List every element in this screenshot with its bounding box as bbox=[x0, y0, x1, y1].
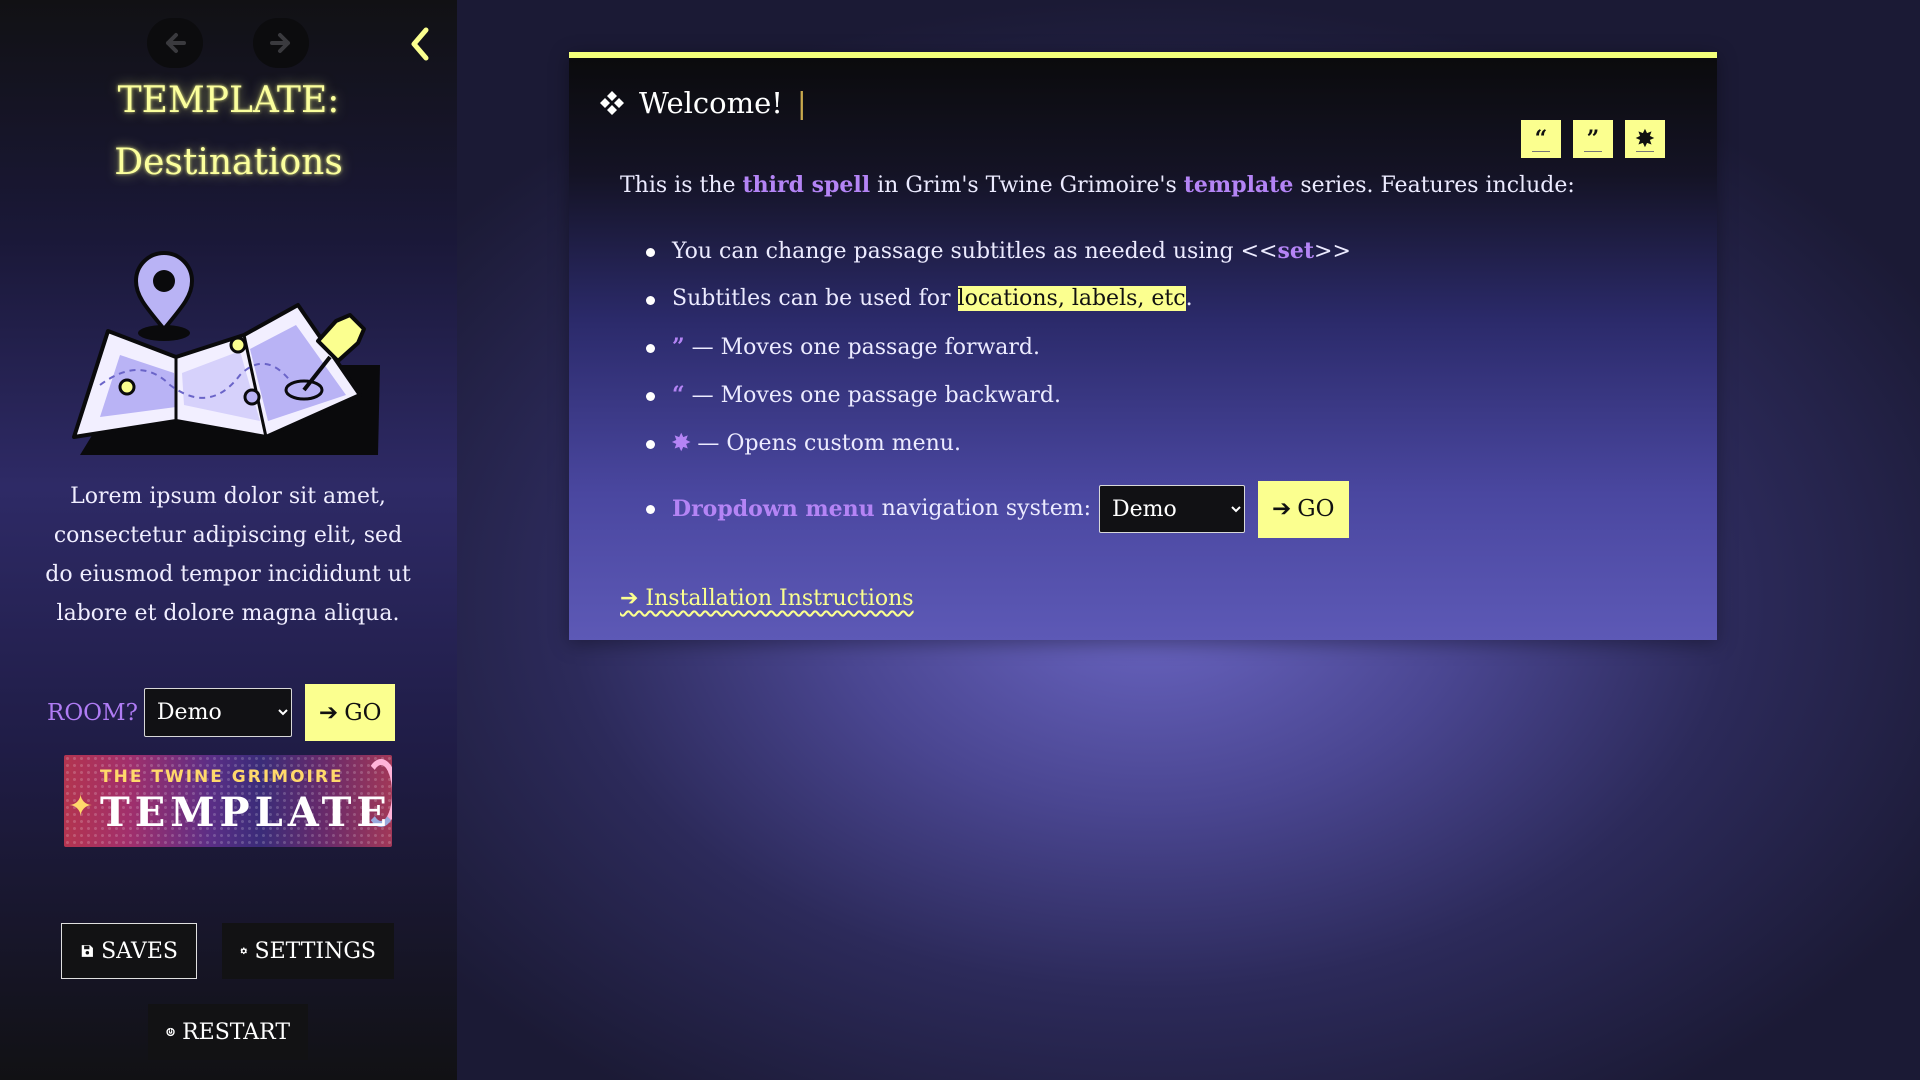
sparkle-icon: ✦ bbox=[68, 790, 94, 823]
intro-text-1: This is the bbox=[620, 173, 743, 198]
story-caption: Lorem ipsum dolor sit amet, consectetur … bbox=[45, 484, 411, 626]
gear-icon bbox=[240, 947, 248, 955]
list-item: ✸ — Opens custom menu. bbox=[620, 423, 1680, 471]
feature-2-text: Subtitles can be used for bbox=[672, 286, 958, 311]
story-title-line-2: Destinations bbox=[114, 142, 343, 183]
arrow-right-icon bbox=[270, 33, 290, 53]
power-icon bbox=[166, 1027, 175, 1037]
history-forward-button[interactable] bbox=[253, 18, 309, 68]
sidebar: TEMPLATE: Destinations Lorem ipsum dolor… bbox=[0, 0, 457, 1080]
story-title-line-1: TEMPLATE: bbox=[117, 80, 340, 121]
feature-6-highlight: Dropdown menu bbox=[672, 496, 875, 522]
arrow-left-icon bbox=[161, 29, 189, 57]
feature-4-text: — Moves one passage backward. bbox=[684, 383, 1061, 408]
history-back-button[interactable] bbox=[147, 18, 203, 68]
intro-highlight-2: template bbox=[1183, 172, 1294, 198]
forward-quote-icon: ” bbox=[672, 334, 685, 360]
installation-instructions-link[interactable]: ➔ Installation Instructions bbox=[620, 586, 914, 611]
feature-3-text: — Moves one passage forward. bbox=[684, 335, 1041, 360]
list-item: Dropdown menu navigation system: Demo ➔ … bbox=[620, 479, 1680, 539]
list-item: ” — Moves one passage forward. bbox=[620, 327, 1680, 375]
settings-button[interactable]: SETTINGS bbox=[222, 923, 394, 979]
passage-card: Welcome! | “ ” ✸ This is the third spell… bbox=[569, 52, 1717, 640]
intro-text-3: series. Features include: bbox=[1293, 173, 1575, 198]
custom-menu-button[interactable]: ✸ bbox=[1625, 120, 1665, 158]
list-item: “ — Moves one passage backward. bbox=[620, 375, 1680, 423]
feature-2-text-end: . bbox=[1185, 286, 1193, 311]
passage-body: This is the third spell in Grim's Twine … bbox=[620, 170, 1680, 539]
feature-6-text: navigation system: bbox=[874, 496, 1092, 521]
four-diamond-icon bbox=[600, 91, 624, 115]
intro-text-2: in Grim's Twine Grimoire's bbox=[870, 173, 1184, 198]
feature-1-text: You can change passage subtitles as need… bbox=[672, 239, 1278, 264]
list-item: Subtitles can be used for locations, lab… bbox=[620, 279, 1680, 327]
intro-highlight-1: third spell bbox=[742, 172, 871, 198]
intro-paragraph: This is the third spell in Grim's Twine … bbox=[620, 170, 1680, 201]
banner-subtitle: THE TWINE GRIMOIRE bbox=[100, 767, 344, 787]
saves-button[interactable]: SAVES bbox=[61, 923, 197, 979]
passage-title: Welcome! bbox=[639, 86, 783, 120]
arrow-right-icon: ➔ bbox=[1272, 496, 1292, 522]
feature-1-text-end: >> bbox=[1314, 239, 1351, 264]
passage-go-button[interactable]: ➔ GO bbox=[1258, 480, 1349, 538]
settings-label: SETTINGS bbox=[254, 938, 376, 964]
passage-forward-button[interactable]: ” bbox=[1573, 120, 1613, 158]
story-title: TEMPLATE: Destinations bbox=[0, 70, 457, 194]
room-select[interactable]: Demo bbox=[143, 688, 292, 737]
back-quote-icon: “ bbox=[672, 382, 685, 408]
passage-subtitle-cursor: | bbox=[796, 86, 807, 120]
grimoire-templates-banner[interactable]: ✦ THE TWINE GRIMOIRE TEMPLATES bbox=[64, 755, 392, 847]
restart-label: RESTART bbox=[182, 1019, 290, 1045]
feature-list: You can change passage subtitles as need… bbox=[620, 231, 1680, 539]
room-navigation: ROOM? Demo ➔ GO bbox=[47, 684, 396, 741]
room-label: ROOM? bbox=[47, 699, 138, 726]
room-go-button[interactable]: ➔ GO bbox=[304, 684, 396, 741]
passage-back-button[interactable]: “ bbox=[1521, 120, 1561, 158]
collapse-sidebar-icon[interactable] bbox=[402, 24, 436, 64]
saves-label: SAVES bbox=[101, 938, 178, 964]
feature-1-code: set bbox=[1277, 238, 1315, 264]
restart-button[interactable]: RESTART bbox=[148, 1004, 308, 1060]
passage-header: Welcome! | bbox=[599, 86, 807, 120]
floppy-disk-icon bbox=[81, 945, 93, 957]
passage-toolbar: “ ” ✸ bbox=[1521, 120, 1665, 158]
passage-go-label: GO bbox=[1297, 496, 1335, 522]
room-go-label: GO bbox=[344, 699, 382, 726]
menu-star-icon: ✸ bbox=[672, 430, 691, 456]
feature-2-highlight: locations, labels, etc bbox=[957, 286, 1186, 311]
banner-title: TEMPLATES bbox=[100, 789, 392, 836]
feature-5-text: — Opens custom menu. bbox=[690, 431, 961, 456]
list-item: You can change passage subtitles as need… bbox=[620, 231, 1680, 279]
arrow-right-icon: ➔ bbox=[318, 699, 339, 726]
passage-dropdown-select[interactable]: Demo bbox=[1099, 485, 1246, 533]
map-illustration bbox=[72, 251, 380, 455]
